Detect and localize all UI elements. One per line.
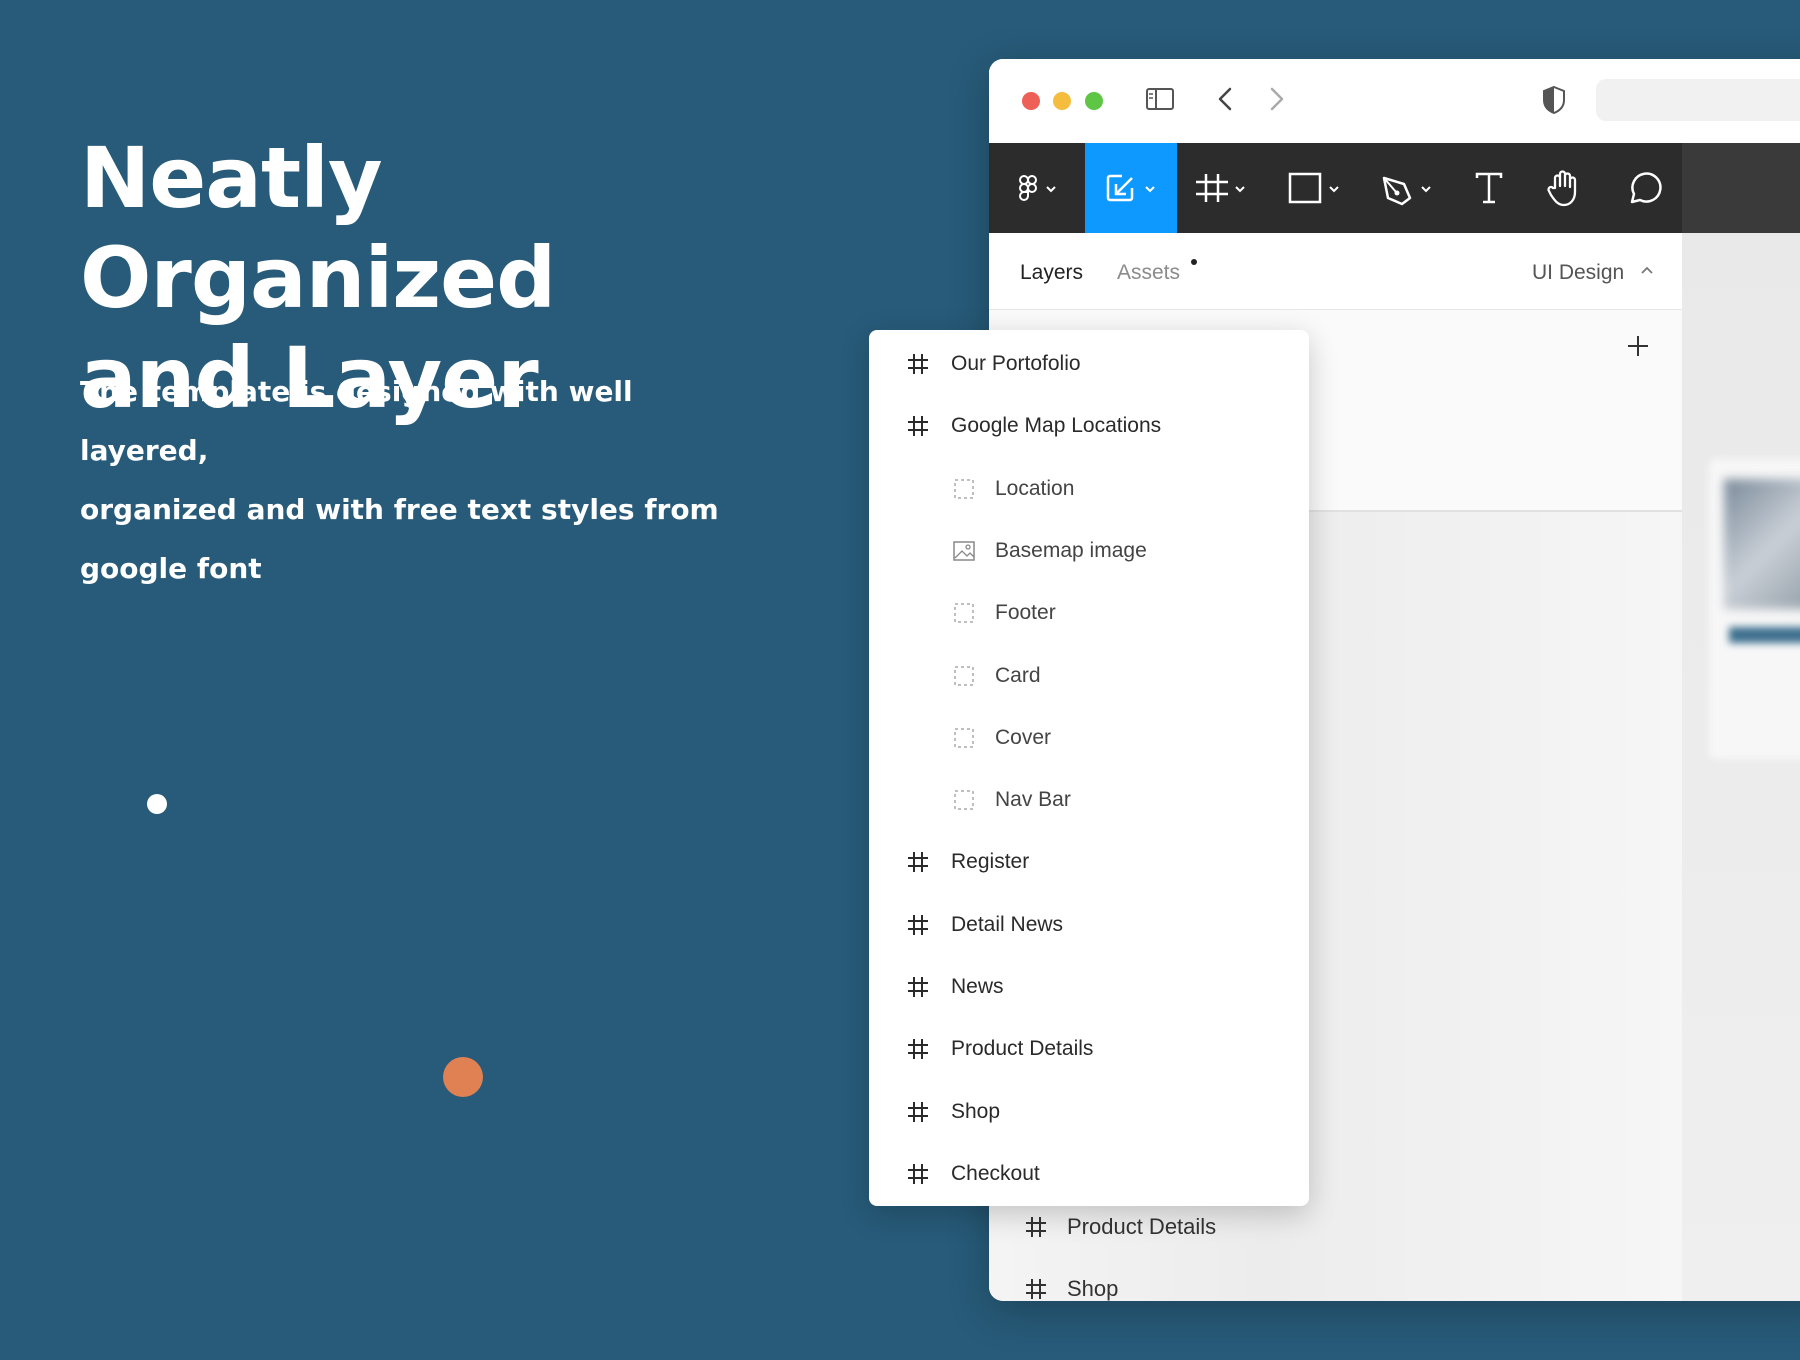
- frame-icon: [905, 912, 931, 938]
- group-icon: [951, 477, 977, 501]
- layer-label: Location: [995, 476, 1075, 500]
- assets-notification-dot: [1191, 259, 1197, 265]
- layer-row[interactable]: Google Map Locations: [869, 395, 1309, 457]
- frame-icon: [905, 849, 931, 875]
- hero-desc-line-1: The template is designed with well layer…: [80, 375, 633, 467]
- decorative-white-dot: [147, 794, 167, 814]
- layer-label: Shop: [951, 1099, 1001, 1123]
- chevron-up-icon[interactable]: [1639, 265, 1655, 277]
- pen-tool-button[interactable]: [1361, 143, 1453, 233]
- group-icon: [951, 664, 977, 688]
- move-tool-icon: [1106, 174, 1155, 202]
- frame-tool-icon: [1196, 174, 1245, 202]
- hero-desc-line-2: organized and with free text styles from: [80, 493, 719, 526]
- text-tool-icon: [1475, 172, 1503, 204]
- background-layer-row[interactable]: Shop: [1023, 1269, 1118, 1301]
- layer-row[interactable]: Cover: [869, 707, 1309, 769]
- frame-icon: [905, 413, 931, 439]
- close-window-button[interactable]: [1022, 92, 1040, 110]
- layer-row[interactable]: Product Details: [869, 1018, 1309, 1080]
- layer-label: Google Map Locations: [951, 414, 1162, 438]
- text-tool-button[interactable]: [1453, 143, 1525, 233]
- address-bar[interactable]: [1596, 79, 1800, 121]
- layer-label: News: [951, 975, 1004, 998]
- layer-row[interactable]: Shop: [869, 1081, 1309, 1143]
- frame-tool-button[interactable]: [1177, 143, 1269, 233]
- pen-tool-icon: [1382, 176, 1431, 206]
- move-tool-button[interactable]: [1085, 143, 1177, 233]
- comment-tool-icon: [1630, 172, 1662, 204]
- shield-icon[interactable]: [1540, 83, 1568, 117]
- group-icon: [951, 726, 977, 750]
- maximize-window-button[interactable]: [1085, 92, 1103, 110]
- layer-label: Footer: [995, 601, 1056, 625]
- page-selector[interactable]: UI Design: [1532, 261, 1624, 285]
- forward-arrow-icon[interactable]: [1261, 83, 1291, 115]
- layers-popover: Our Portofolio Google Map Locations Locati…: [869, 330, 1309, 1206]
- layer-row[interactable]: News: [869, 956, 1309, 1018]
- hero-title-line-1: Neatly Organized: [80, 129, 556, 327]
- layer-row[interactable]: Register: [869, 831, 1309, 893]
- tab-assets[interactable]: Assets: [1117, 261, 1180, 285]
- frame-icon: [905, 974, 931, 1000]
- toolbar-right-area: [1682, 143, 1800, 233]
- back-arrow-icon[interactable]: [1211, 83, 1241, 115]
- figma-toolbar: [989, 143, 1682, 233]
- layer-label: Detail News: [951, 912, 1064, 936]
- canvas-image-preview: [1724, 479, 1800, 609]
- group-icon: [951, 788, 977, 812]
- frame-icon: [1026, 1279, 1046, 1299]
- layer-row[interactable]: Checkout: [869, 1143, 1309, 1205]
- sidebar-toggle-icon[interactable]: [1144, 83, 1176, 115]
- layer-label: Nav Bar: [995, 788, 1071, 812]
- frame-icon: [905, 1161, 931, 1187]
- layer-row[interactable]: Footer: [869, 582, 1309, 644]
- group-icon: [951, 601, 977, 625]
- layer-label: Product Details: [951, 1037, 1094, 1061]
- browser-titlebar: [989, 59, 1800, 143]
- layer-label: Basemap image: [995, 538, 1147, 562]
- frame-icon: [905, 1099, 931, 1125]
- layer-label: Checkout: [951, 1161, 1040, 1185]
- background-layer-label: Product Details: [1067, 1214, 1217, 1239]
- rectangle-tool-button[interactable]: [1269, 143, 1361, 233]
- layer-label: Card: [995, 663, 1041, 687]
- hand-tool-button[interactable]: [1525, 143, 1605, 233]
- layer-row[interactable]: Location: [869, 458, 1309, 520]
- hero-description: The template is designed with well layer…: [80, 362, 760, 598]
- canvas-bar-preview: [1729, 627, 1800, 643]
- layer-row[interactable]: Nav Bar: [869, 769, 1309, 831]
- layer-row[interactable]: Basemap image: [869, 520, 1309, 582]
- canvas-area[interactable]: [1682, 233, 1800, 1301]
- layer-row[interactable]: Our Portofolio: [869, 333, 1309, 395]
- frame-icon: [905, 351, 931, 377]
- hero-desc-line-3: google font: [80, 552, 262, 585]
- minimize-window-button[interactable]: [1053, 92, 1071, 110]
- background-layer-label: Shop: [1067, 1276, 1119, 1301]
- decorative-orange-dot: [443, 1057, 483, 1097]
- frame-icon: [905, 1036, 931, 1062]
- image-icon: [951, 539, 977, 563]
- background-layer-row[interactable]: Product Details: [1023, 1207, 1216, 1247]
- layer-label: Cover: [995, 725, 1052, 749]
- hand-tool-icon: [1547, 170, 1577, 207]
- layer-row[interactable]: Detail News: [869, 894, 1309, 956]
- figma-menu-icon: [1018, 175, 1056, 201]
- layer-label: Register: [951, 850, 1030, 874]
- comment-tool-button[interactable]: [1605, 143, 1682, 233]
- add-page-icon[interactable]: [1623, 331, 1653, 361]
- rectangle-tool-icon: [1288, 172, 1339, 204]
- layer-label: Our Portofolio: [951, 352, 1081, 375]
- frame-icon: [1026, 1217, 1046, 1237]
- figma-menu-button[interactable]: [989, 143, 1085, 233]
- layer-row[interactable]: Card: [869, 645, 1309, 707]
- tab-layers[interactable]: Layers: [1020, 261, 1083, 285]
- left-panel-header: Layers Assets UI Design: [989, 233, 1682, 310]
